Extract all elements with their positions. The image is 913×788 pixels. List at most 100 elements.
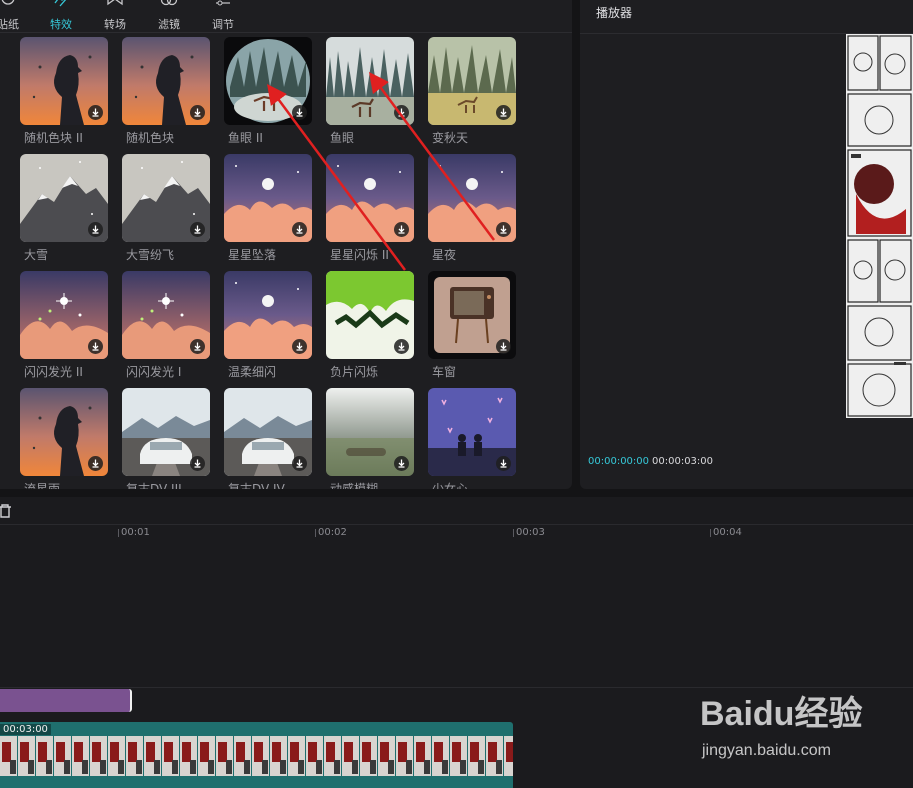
effects-grid: 随机色块 II 随机色块 鱼眼 II 鱼眼 变秋天 大雪 大雪纷飞 星星坠落 星星闪烁 II 星夜… [0,33,572,489]
download-icon[interactable] [88,339,103,354]
download-icon[interactable] [496,339,511,354]
effect-label: 动感模糊 [330,482,379,489]
player-panel: 播放器 00:00:00:00 00:00:03:00 [580,0,913,489]
ruler-tick [710,529,711,537]
effect-label: 变秋天 [432,131,469,145]
manga-frame-image [846,34,913,418]
effect-thumbnail[interactable] [428,37,516,125]
download-icon[interactable] [496,105,511,120]
toolbar-tab-sticker[interactable]: 贴纸 [0,0,30,33]
ruler-tick [513,529,514,537]
download-icon[interactable] [292,339,307,354]
effect-thumbnail[interactable] [122,154,210,242]
effect-label: 复古DV IV [228,482,285,489]
download-icon[interactable] [394,456,409,471]
effect-thumbnail[interactable] [20,271,108,359]
ruler-label: 00:04 [713,527,742,538]
baidu-watermark: Baidu经验 jingyan.baidu.com [700,686,900,766]
toolbar-tab-transition[interactable]: 转场 [93,0,137,33]
effect-thumbnail[interactable] [428,271,516,359]
ruler-label: 00:03 [516,527,545,538]
effect-thumbnail[interactable] [224,388,312,476]
clip-duration: 00:03:00 [0,724,51,735]
time-ruler[interactable]: 00:01 00:02 00:03 00:04 [0,525,913,541]
download-icon[interactable] [88,222,103,237]
effect-thumbnail[interactable] [224,271,312,359]
effect-thumbnail[interactable] [428,388,516,476]
toolbar-tab-adjust[interactable]: 调节 [201,0,245,33]
effect-label: 复古DV III [126,482,182,489]
effect-thumbnail[interactable] [428,154,516,242]
effect-label: 流星雨 [24,482,61,489]
effect-label: 随机色块 [126,131,175,145]
effect-thumbnail[interactable] [122,37,210,125]
watermark-url: jingyan.baidu.com [702,742,831,759]
effect-label: 大雪纷飞 [126,248,175,262]
effect-thumbnail[interactable] [326,37,414,125]
effect-thumbnail[interactable] [326,388,414,476]
ruler-label: 00:01 [121,527,150,538]
effect-label: 星星闪烁 II [330,248,389,262]
total-timecode: 00:00:03:00 [652,456,714,467]
download-icon[interactable] [88,456,103,471]
download-icon[interactable] [190,339,205,354]
download-icon[interactable] [190,105,205,120]
effect-thumbnail[interactable] [224,37,312,125]
download-icon[interactable] [88,105,103,120]
download-icon[interactable] [496,222,511,237]
toolbar-tab-label: 转场 [104,18,126,31]
media-toolbar: 贴纸 特效 转场 滤镜 调节 [0,0,572,33]
toolbar-tab-filter[interactable]: 滤镜 [147,0,191,33]
download-icon[interactable] [190,456,205,471]
effect-label: 鱼眼 [330,131,355,145]
effect-thumbnail[interactable] [224,154,312,242]
effect-label: 星夜 [432,248,457,262]
app-window: 贴纸 特效 转场 滤镜 调节 随机色块 II 随机色块 鱼眼 II 鱼眼 变秋天 大雪 大雪… [0,0,913,788]
effect-label: 车窗 [432,365,457,379]
effect-label: 星星坠落 [228,248,277,262]
effect-label: 鱼眼 II [228,131,263,145]
effect-thumbnail[interactable] [122,271,210,359]
download-icon[interactable] [292,105,307,120]
download-icon[interactable] [394,339,409,354]
effects-panel: 贴纸 特效 转场 滤镜 调节 随机色块 II 随机色块 鱼眼 II 鱼眼 变秋天 大雪 大雪… [0,0,572,489]
toolbar-tab-label: 调节 [212,18,234,31]
adjust-icon [216,0,230,6]
ruler-tick [315,529,316,537]
current-timecode: 00:00:00:00 [588,456,650,467]
transition-icon [107,0,123,6]
effect-thumbnail[interactable] [20,154,108,242]
video-clip[interactable]: 00:03:00 [0,722,513,788]
delete-icon[interactable] [0,504,12,518]
effect-thumbnail[interactable] [122,388,210,476]
ruler-label: 00:02 [318,527,347,538]
download-icon[interactable] [190,222,205,237]
download-icon[interactable] [394,105,409,120]
download-icon[interactable] [292,456,307,471]
effect-label: 闪闪发光 II [24,365,83,379]
toolbar-tab-effects[interactable]: 特效 [39,0,83,33]
effect-label: 温柔细闪 [228,365,277,379]
effect-label: 闪闪发光 I [126,365,182,379]
timeline-toolbar [0,497,913,525]
watermark-logo: Baidu经验 [700,695,863,733]
effect-thumbnail[interactable] [20,37,108,125]
clip-thumbnails [0,736,513,776]
effect-thumbnail[interactable] [20,388,108,476]
effect-label: 大雪 [24,248,49,262]
download-icon[interactable] [496,456,511,471]
filter-icon [160,0,178,6]
sticker-icon [1,0,15,5]
video-preview[interactable] [846,34,913,418]
download-icon[interactable] [394,222,409,237]
effect-label: 少女心 [432,482,469,489]
effect-thumbnail[interactable] [326,154,414,242]
effect-label: 负片闪烁 [330,365,379,379]
effect-clip[interactable] [0,689,132,712]
effects-icon [54,0,67,7]
download-icon[interactable] [292,222,307,237]
player-title: 播放器 [596,6,633,20]
toolbar-tab-label: 特效 [50,18,72,31]
effect-thumbnail[interactable] [326,271,414,359]
ruler-tick [118,529,119,537]
